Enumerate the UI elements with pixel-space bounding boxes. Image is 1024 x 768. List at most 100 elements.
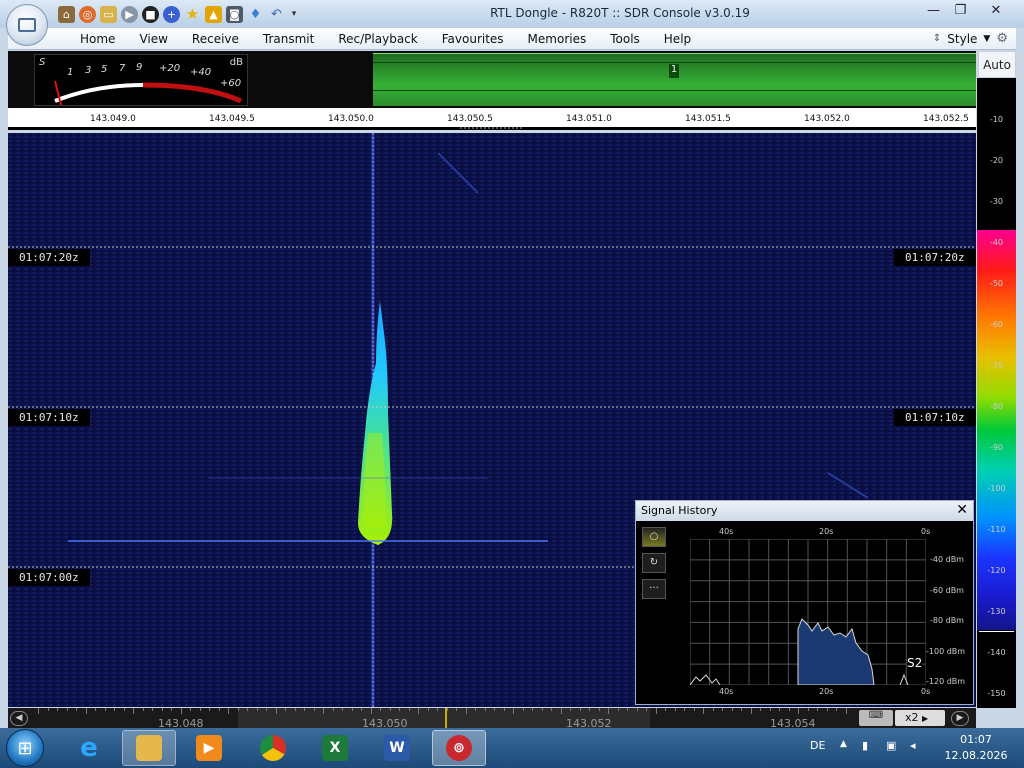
home-icon[interactable]: ⌂ [58,5,75,23]
style-control[interactable]: ⇕ Style ▼ ⚙ [933,31,1008,46]
scroll-left-icon[interactable]: ◀ [10,711,28,726]
menu-item-help[interactable]: Help [652,32,703,46]
play-icon[interactable]: ▶ [121,5,138,23]
bottom-scale-bar[interactable]: ◀ 143.048 143.050 143.052 143.054 ⌨ x2 ▶ ▶ [8,708,976,728]
taskbar-chrome[interactable] [246,730,300,766]
menu-item-tools[interactable]: Tools [598,32,652,46]
menu-item-home[interactable]: Home [68,32,127,46]
taskbar-media-player[interactable]: ▶ [182,730,236,766]
zoom-value: x2 [905,711,919,724]
signal-history-title: Signal History [636,501,973,521]
media-player-icon: ▶ [196,735,222,761]
network-icon[interactable]: ▣ [886,739,896,752]
s-scale-plus60: +60 [220,78,242,89]
lifebuoy-icon[interactable]: ◎ [79,5,96,23]
taskbar-sdr-console[interactable]: ⊚ [432,730,486,766]
time-label-right-2: 01:07:10z [894,409,976,426]
dbm-axis-40: -40 dBm [930,555,964,564]
taskbar: ⊞ e ▶ X W ⊚ DE ▲ ▮ ▣ ◂ 01:07 12.08.2026 [0,728,1024,768]
app-grid-icon [18,18,36,32]
auto-button[interactable]: Auto [978,51,1016,78]
frequency-scale[interactable]: 143.049.0 143.049.5 143.050.0 143.050.5 143.… [8,108,976,130]
menu-bar: Home View Receive Transmit Rec/Playback Favou… [8,28,1016,50]
bottom-scale-label: 143.050 [362,717,408,728]
start-button[interactable]: ⊞ [6,729,44,767]
taskbar-file-explorer[interactable] [122,730,176,766]
maximize-button[interactable]: ❐ [947,2,974,21]
reset-button[interactable]: ↻ [642,553,666,573]
menu-item-recplayback[interactable]: Rec/Playback [326,32,429,46]
word-icon: W [384,735,410,761]
level-marker [979,631,1014,632]
db-tick-label: -130 [987,607,1006,616]
scroll-right-icon[interactable]: ▶ [951,711,969,726]
volume-icon[interactable]: ◂ [910,739,916,752]
vfo-marker[interactable]: 1 [669,64,679,78]
chrome-icon [260,735,286,761]
language-indicator[interactable]: DE [810,739,825,752]
s-meter: S dB 1 3 5 7 9 +20 +40 +60 [34,54,248,106]
bottom-axis-20s: 20s [819,687,834,696]
drop-icon[interactable]: ♦ [247,6,264,23]
menu-item-receive[interactable]: Receive [180,32,251,46]
freq-tick-label: 143.052.0 [804,114,850,124]
taskbar-word[interactable]: W [370,730,424,766]
db-tick-label: -30 [989,197,1004,206]
clock-date: 12.08.2026 [944,749,1008,762]
bottom-scale-label: 143.054 [770,717,816,728]
s-scale-9: 9 [136,62,143,73]
menu-item-memories[interactable]: Memories [516,32,599,46]
dbm-axis-80: -80 dBm [930,616,964,625]
taskbar-excel[interactable]: X [308,730,362,766]
resize-handle[interactable] [460,127,522,129]
camera-icon[interactable]: ◙ [226,5,243,23]
style-label: Style [947,31,978,46]
star-icon[interactable]: ★ [184,5,201,23]
lock-icon[interactable]: ▲ [205,5,222,23]
db-scale[interactable]: -10 -20 -30 -40 -50 -60 -70 -80 -90 -100 -110 -120 -… [977,78,1016,708]
taskbar-internet-explorer[interactable]: e [62,730,116,766]
time-label-right-1: 01:07:20z [894,249,976,266]
top-axis-40s: 40s [719,527,734,536]
minimize-button[interactable]: — [920,2,947,21]
freq-tick-label: 143.049.0 [90,114,136,124]
dropdown-icon[interactable]: ▾ [289,6,299,23]
db-tick-label: -100 [987,484,1006,493]
clock[interactable]: 01:07 12.08.2026 [936,732,1016,764]
gear-icon[interactable]: ⚙ [996,31,1008,46]
folder-icon[interactable]: ▭ [100,5,117,23]
menu-item-view[interactable]: View [127,32,179,46]
more-button[interactable]: ··· [642,579,666,599]
app-menu-button[interactable] [6,4,48,46]
zoom-select[interactable]: x2 ▶ [895,710,945,726]
windows-logo-icon: ⊞ [17,737,33,759]
battery-icon[interactable]: ▮ [862,739,868,752]
style-spin-icon: ⇕ [932,33,942,44]
s-reading: S2 [907,656,923,670]
show-hidden-icons-icon[interactable]: ▲ [840,739,847,749]
record-button[interactable]: ○ [642,527,666,547]
stop-icon[interactable]: ■ [142,5,159,23]
bottom-scale-label: 143.048 [158,717,204,728]
freq-tick-label: 143.050.5 [447,114,493,124]
menu-item-favourites[interactable]: Favourites [430,32,516,46]
s-scale-5: 5 [101,64,108,75]
sdr-console-icon: ⊚ [446,735,472,761]
title-bar: ⌂ ◎ ▭ ▶ ■ + ★ ▲ ◙ ♦ ↶ ▾ RTL Dongle - R82… [0,0,1024,28]
time-label-left-2: 01:07:10z [8,409,90,426]
undo-icon[interactable]: ↶ [268,6,285,23]
spectrum-strip[interactable]: 1 [373,53,976,106]
keyboard-icon[interactable]: ⌨ [859,710,893,726]
time-label-left-3: 01:07:00z [8,569,90,586]
signal-history-graph [690,539,926,685]
db-tick-label: -120 [987,566,1006,575]
signal-history-close-button[interactable]: ✕ [956,502,968,518]
db-tick-label: -10 [989,115,1004,124]
plus-icon[interactable]: + [163,5,180,23]
ribbon-tabs: Home View Receive Transmit Rec/Playback Favou… [68,32,703,46]
freq-tick-label: 143.051.5 [685,114,731,124]
menu-item-transmit[interactable]: Transmit [251,32,326,46]
freq-tick-label: 143.050.0 [328,114,374,124]
db-tick-label: -80 [989,402,1004,411]
close-button[interactable]: ✕ [974,2,1018,21]
